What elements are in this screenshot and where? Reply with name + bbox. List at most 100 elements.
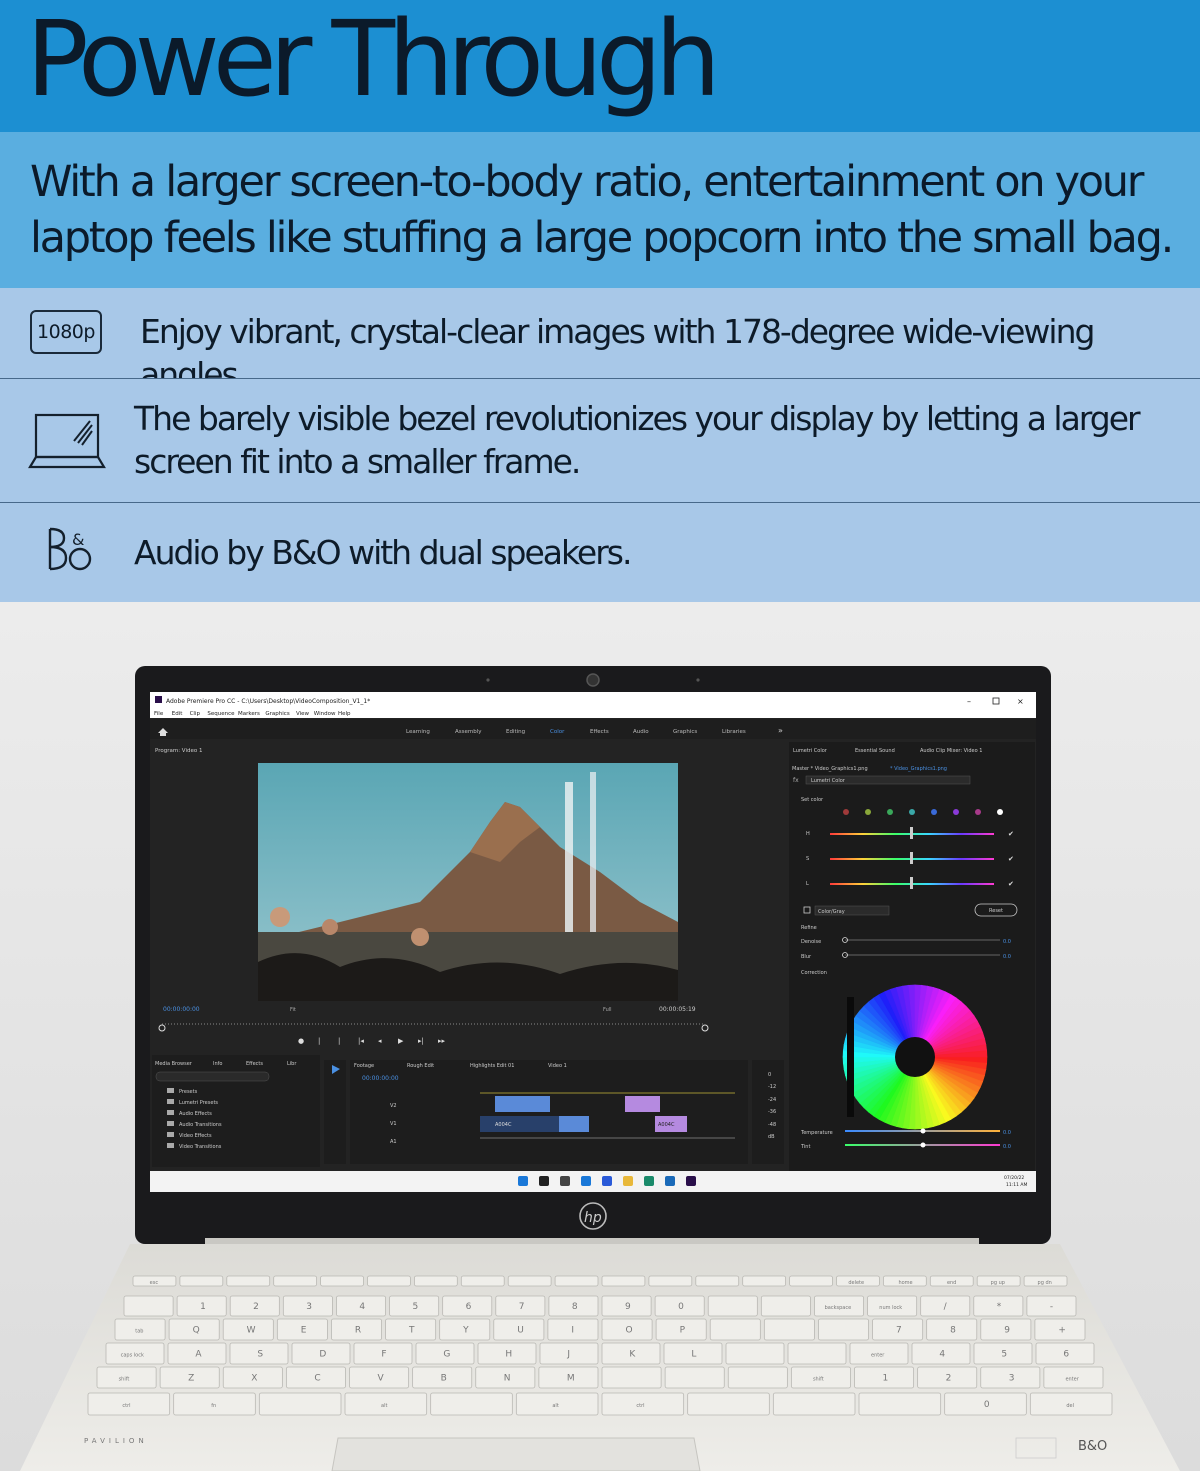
taskbar-icons[interactable] <box>518 1176 696 1186</box>
transport-button[interactable]: |◂ <box>358 1037 364 1045</box>
keyboard-key[interactable] <box>430 1392 513 1416</box>
project-tab[interactable]: Info <box>213 1061 222 1067</box>
lumetri-fx-dropdown[interactable]: Lumetri Color <box>811 778 846 784</box>
taskbar-app-icon[interactable] <box>602 1176 612 1186</box>
keyboard-key[interactable] <box>601 1366 662 1389</box>
close-icon[interactable]: × <box>1017 697 1024 706</box>
color-swatch[interactable] <box>843 809 849 815</box>
taskbar-app-icon[interactable] <box>581 1176 591 1186</box>
keyboard-key[interactable] <box>709 1318 761 1341</box>
minimize-icon[interactable]: – <box>967 697 971 706</box>
effects-tree-item[interactable]: Audio Effects <box>179 1111 212 1117</box>
menu-item[interactable]: Edit <box>172 711 183 717</box>
keyboard-key[interactable] <box>273 1275 318 1287</box>
workspace-tab[interactable]: Editing <box>506 729 525 735</box>
menu-item[interactable]: Sequence <box>207 711 235 717</box>
workspace-tab[interactable]: Audio <box>633 729 649 735</box>
keyboard-key[interactable] <box>760 1295 811 1317</box>
color-swatch[interactable] <box>953 809 959 815</box>
hsl-slider-handle[interactable] <box>910 877 913 889</box>
touchpad[interactable] <box>331 1437 701 1471</box>
keyboard-key[interactable] <box>687 1392 770 1416</box>
hsl-slider-handle[interactable] <box>910 852 913 864</box>
project-tab[interactable]: Media Browser <box>155 1061 193 1067</box>
keyboard-key[interactable] <box>772 1392 856 1416</box>
keyboard-key[interactable] <box>727 1366 788 1389</box>
keyboard-key[interactable] <box>226 1275 271 1287</box>
color-wheel[interactable] <box>842 984 988 1130</box>
taskbar-app-icon[interactable] <box>665 1176 675 1186</box>
keyboard-key[interactable] <box>320 1275 364 1287</box>
fit-dropdown[interactable]: Fit <box>290 1007 296 1013</box>
menu-item[interactable]: Graphics <box>265 711 289 717</box>
lumetri-tab[interactable]: Essential Sound <box>855 748 895 754</box>
keyboard-key[interactable] <box>818 1318 869 1341</box>
transport-button[interactable]: ▸| <box>418 1037 424 1045</box>
keyboard-key[interactable] <box>725 1342 785 1365</box>
lumetri-tab[interactable]: Lumetri Color <box>793 748 828 754</box>
full-dropdown[interactable]: Full <box>603 1007 612 1013</box>
transport-button[interactable]: | <box>338 1037 340 1045</box>
color-swatch[interactable] <box>931 809 937 815</box>
color-swatch[interactable] <box>997 809 1003 815</box>
effects-tree-item[interactable]: Video Transitions <box>179 1144 222 1150</box>
taskbar-app-icon[interactable] <box>644 1176 654 1186</box>
transport-button[interactable]: ▶ <box>398 1037 404 1045</box>
transport-button[interactable]: | <box>318 1037 320 1045</box>
keyboard-key[interactable] <box>858 1392 942 1416</box>
workspace-tab[interactable]: Effects <box>590 729 609 735</box>
keyboard-key[interactable] <box>123 1295 174 1317</box>
keyboard-key[interactable] <box>601 1275 646 1287</box>
timeline-tab[interactable]: Footage <box>354 1063 374 1069</box>
workspace-tab[interactable]: Assembly <box>455 729 482 735</box>
effects-tree-item[interactable]: Lumetri Presets <box>179 1100 218 1106</box>
keyboard-key[interactable] <box>179 1275 224 1287</box>
workspace-tab[interactable]: Graphics <box>673 729 697 735</box>
keyboard-key[interactable] <box>367 1275 411 1287</box>
color-gray-dropdown[interactable]: Color/Gray <box>818 909 845 915</box>
keyboard-key[interactable] <box>707 1295 758 1317</box>
keyboard-key[interactable] <box>742 1275 787 1287</box>
menu-item[interactable]: Markers <box>238 711 260 717</box>
effects-tree-item[interactable]: Presets <box>179 1089 198 1095</box>
color-swatch[interactable] <box>909 809 915 815</box>
keyboard-key[interactable] <box>664 1366 725 1389</box>
workspace-tab[interactable]: Color <box>550 729 565 735</box>
transport-button[interactable]: ● <box>298 1037 304 1045</box>
keyboard-key[interactable] <box>554 1275 599 1287</box>
keyboard-key[interactable] <box>695 1275 740 1287</box>
keyboard-key[interactable] <box>763 1318 815 1341</box>
timeline-tab[interactable]: Video 1 <box>548 1063 567 1069</box>
color-swatch[interactable] <box>975 809 981 815</box>
taskbar-app-icon[interactable] <box>623 1176 633 1186</box>
keyboard-key[interactable] <box>787 1342 847 1365</box>
effects-tree-item[interactable]: Video Effects <box>179 1133 212 1139</box>
transport-button[interactable]: ▸▸ <box>438 1037 446 1045</box>
taskbar-app-icon[interactable] <box>518 1176 528 1186</box>
keyboard-key[interactable] <box>413 1275 458 1287</box>
lumetri-tab[interactable]: Audio Clip Mixer: Video 1 <box>920 748 982 754</box>
workspace-tab[interactable]: Libraries <box>722 729 746 735</box>
hsl-slider-handle[interactable] <box>910 827 913 839</box>
keyboard-key[interactable] <box>507 1275 552 1287</box>
project-tab[interactable]: Libr <box>287 1061 297 1067</box>
transport-button[interactable]: ◂ <box>378 1037 382 1045</box>
timeline-tab[interactable]: Rough Edit <box>407 1063 434 1069</box>
menu-item[interactable]: Clip <box>190 711 201 717</box>
taskbar-app-icon[interactable] <box>560 1176 570 1186</box>
taskbar-app-icon[interactable] <box>686 1176 696 1186</box>
menu-item[interactable]: Window <box>314 711 336 717</box>
effects-search-input[interactable] <box>155 1071 270 1082</box>
effects-tree-item[interactable]: Audio Transitions <box>179 1122 222 1128</box>
keyboard-key[interactable] <box>460 1275 505 1287</box>
menu-item[interactable]: Help <box>338 711 351 717</box>
menu-item[interactable]: View <box>296 711 310 717</box>
keyboard-key[interactable] <box>648 1275 693 1287</box>
timeline-tab[interactable]: Highlights Edit 01 <box>470 1063 514 1069</box>
keyboard-key[interactable] <box>258 1392 342 1416</box>
color-swatch[interactable] <box>865 809 871 815</box>
menu-item[interactable]: File <box>154 711 164 717</box>
taskbar-app-icon[interactable] <box>539 1176 549 1186</box>
color-swatch[interactable] <box>887 809 893 815</box>
reset-button[interactable]: Reset <box>989 908 1003 914</box>
